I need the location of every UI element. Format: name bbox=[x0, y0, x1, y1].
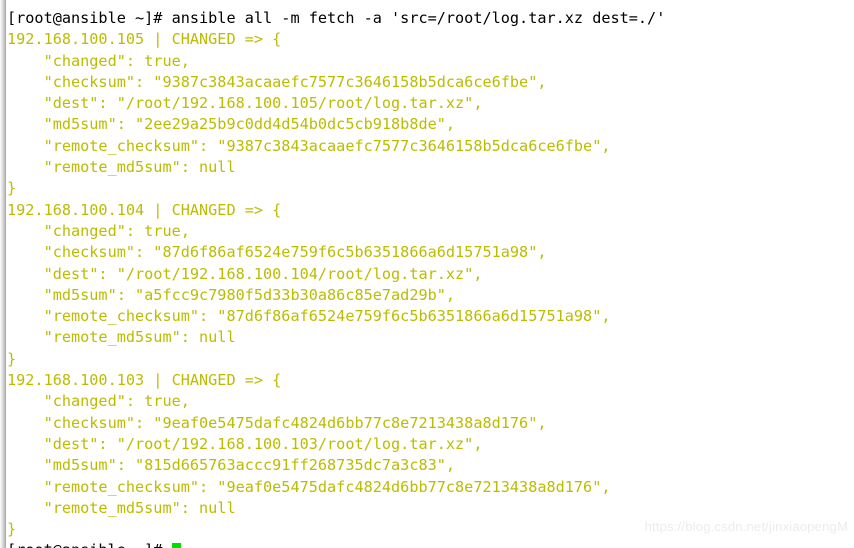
terminal-screen[interactable]: [root@ansible ~]# ansible all -m fetch -… bbox=[7, 0, 854, 548]
output-line: "changed": true, bbox=[7, 221, 190, 240]
output-line: "changed": true, bbox=[7, 51, 190, 70]
output-line: "remote_checksum": "9eaf0e5475dafc4824d6… bbox=[7, 477, 611, 496]
output-line: "dest": "/root/192.168.100.103/root/log.… bbox=[7, 434, 483, 453]
output-line: "checksum": "9387c3843acaaefc7577c364615… bbox=[7, 72, 547, 91]
output-line: "dest": "/root/192.168.100.105/root/log.… bbox=[7, 94, 483, 113]
output-line: 192.168.100.103 | CHANGED => { bbox=[7, 371, 282, 390]
output-line: } bbox=[7, 179, 17, 198]
window-left-edge bbox=[0, 0, 6, 548]
output-line: "md5sum": "2ee29a25b9c0dd4d54b0dc5cb918b… bbox=[7, 115, 456, 134]
output-line: "checksum": "9eaf0e5475dafc4824d6bb77c8e… bbox=[7, 413, 547, 432]
terminal-window[interactable]: [root@ansible ~]# ansible all -m fetch -… bbox=[0, 0, 854, 548]
terminal-output: 192.168.100.105 | CHANGED => { "changed"… bbox=[7, 29, 854, 540]
output-line: "md5sum": "a5fcc9c7980f5d33b30a86c85e7ad… bbox=[7, 285, 456, 304]
output-line: "changed": true, bbox=[7, 392, 190, 411]
final-prompt-text: [root@ansible ~]# bbox=[7, 541, 172, 548]
cursor-block bbox=[171, 543, 181, 548]
output-line: 192.168.100.105 | CHANGED => { bbox=[7, 30, 282, 49]
output-line: "remote_md5sum": null bbox=[7, 158, 236, 177]
output-line: } bbox=[7, 520, 17, 539]
output-line: "remote_checksum": "9387c3843acaaefc7577… bbox=[7, 136, 611, 155]
final-prompt-line: [root@ansible ~]# bbox=[7, 540, 854, 548]
output-line: "remote_checksum": "87d6f86af6524e759f6c… bbox=[7, 307, 611, 326]
command-line: [root@ansible ~]# ansible all -m fetch -… bbox=[7, 9, 666, 27]
output-line: "remote_md5sum": null bbox=[7, 498, 236, 517]
output-line: "remote_md5sum": null bbox=[7, 328, 236, 347]
output-line: 192.168.100.104 | CHANGED => { bbox=[7, 200, 282, 219]
output-line: "md5sum": "815d665763accc91ff268735dc7a3… bbox=[7, 456, 456, 475]
output-line: "checksum": "87d6f86af6524e759f6c5b63518… bbox=[7, 243, 547, 262]
output-line: } bbox=[7, 349, 17, 368]
output-line: "dest": "/root/192.168.100.104/root/log.… bbox=[7, 264, 483, 283]
